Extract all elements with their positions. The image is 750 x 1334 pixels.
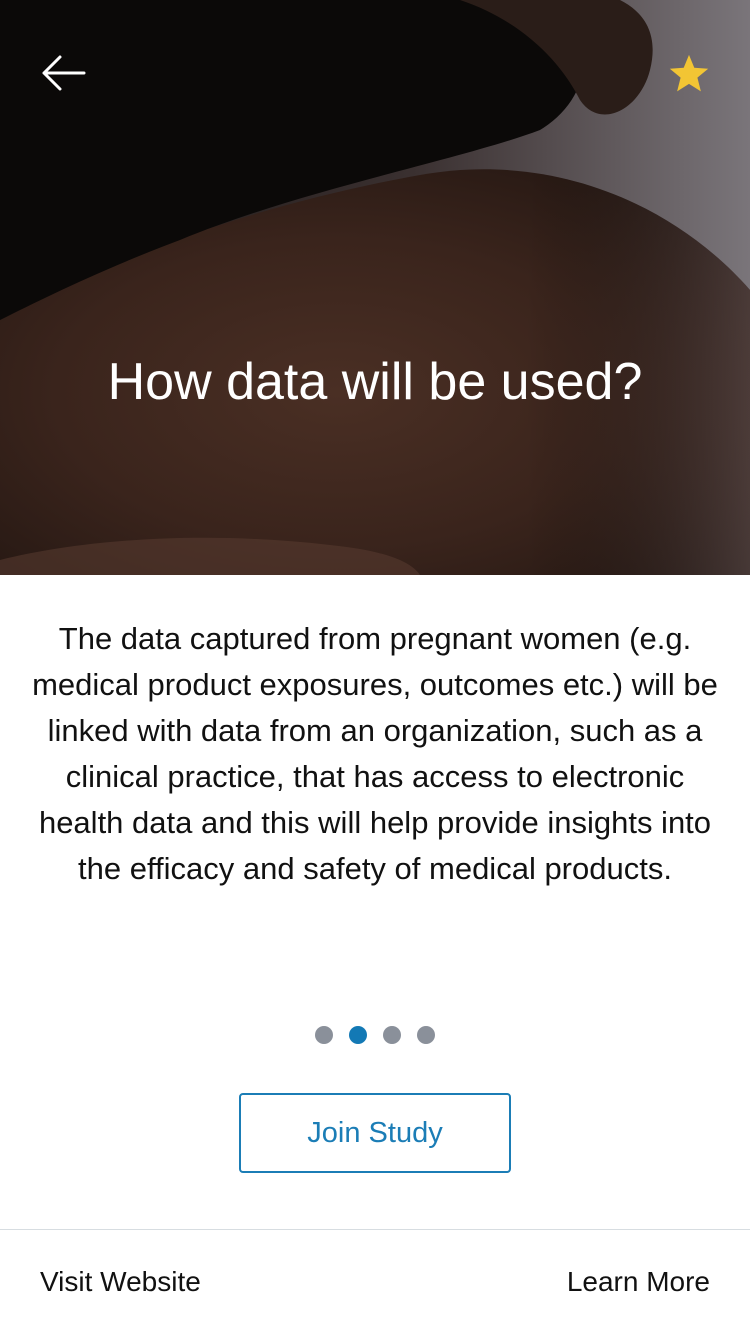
star-icon bbox=[669, 54, 709, 92]
learn-more-link[interactable]: Learn More bbox=[567, 1266, 710, 1298]
page-dot-4[interactable] bbox=[417, 1026, 435, 1044]
favorite-button[interactable] bbox=[660, 48, 718, 100]
hero-background-image bbox=[0, 0, 750, 575]
footer-divider bbox=[0, 1229, 750, 1230]
page-indicator bbox=[0, 1026, 750, 1046]
back-arrow-icon bbox=[42, 55, 86, 91]
join-study-button[interactable]: Join Study bbox=[239, 1093, 511, 1173]
page-dot-3[interactable] bbox=[383, 1026, 401, 1044]
back-button[interactable] bbox=[28, 48, 98, 98]
page-title: How data will be used? bbox=[107, 353, 643, 411]
page-dot-1[interactable] bbox=[315, 1026, 333, 1044]
hero-banner: How data will be used? bbox=[0, 0, 750, 575]
study-description: The data captured from pregnant women (e… bbox=[32, 621, 718, 886]
page-dot-2[interactable] bbox=[349, 1026, 367, 1044]
visit-website-link[interactable]: Visit Website bbox=[40, 1266, 201, 1298]
